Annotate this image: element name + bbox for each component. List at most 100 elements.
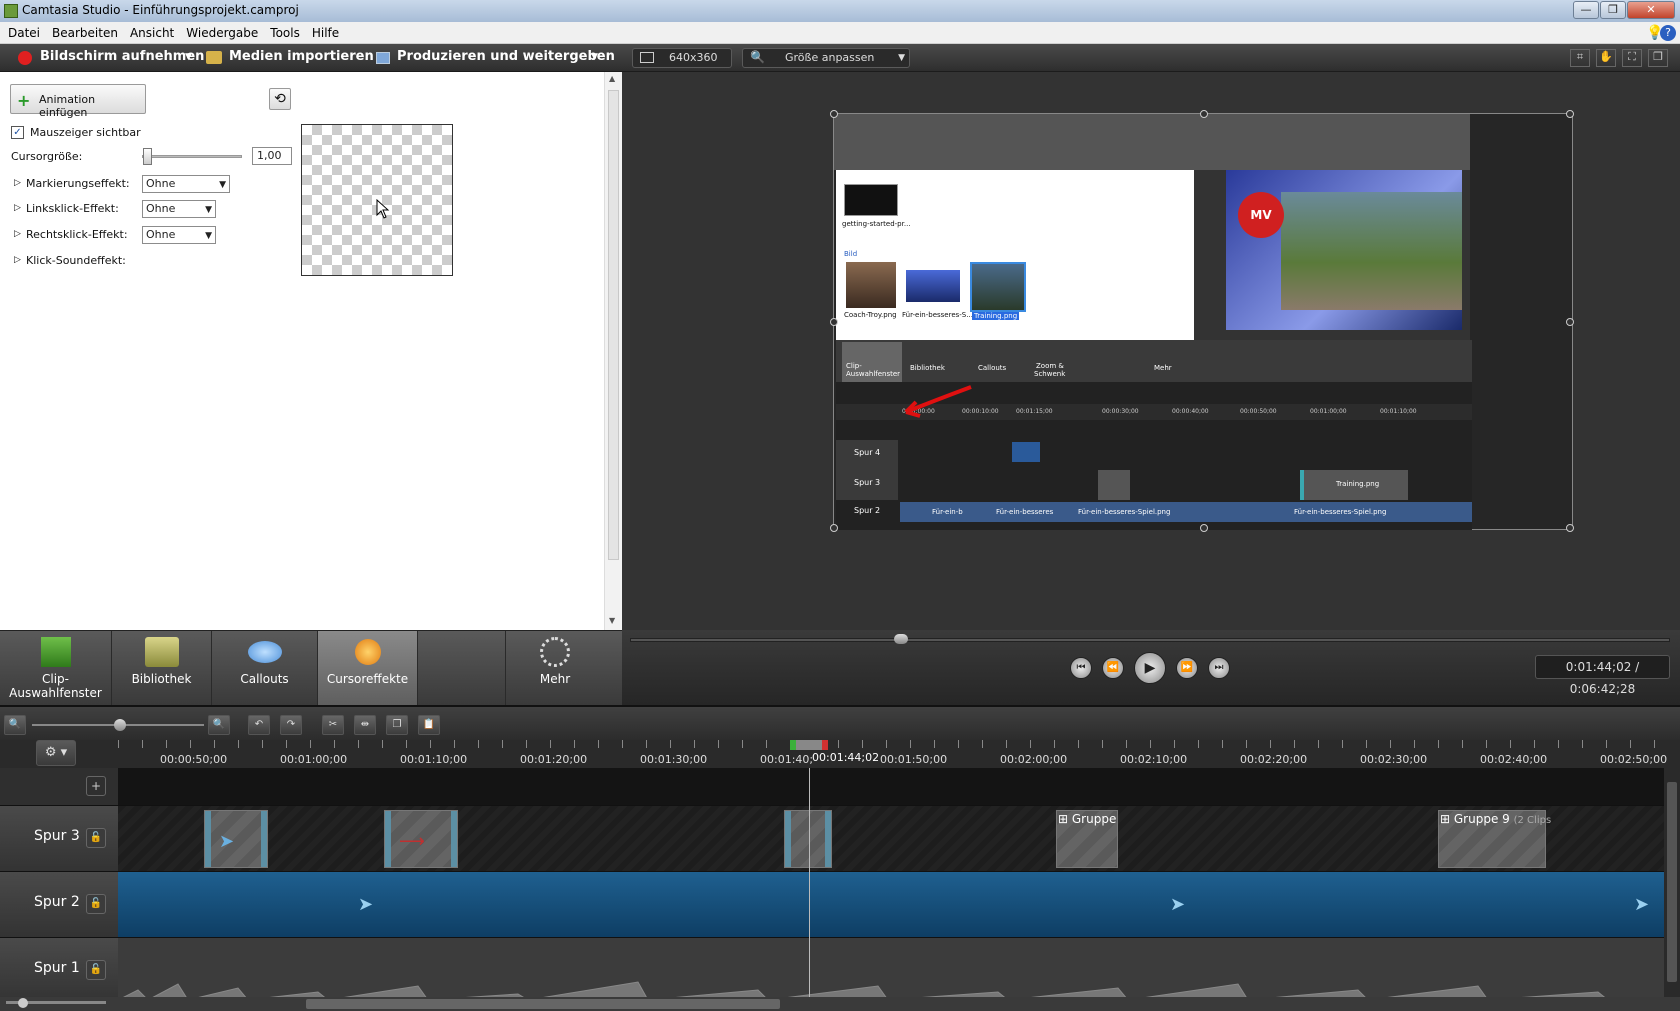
copy-icon[interactable]: ❐ (386, 715, 408, 735)
menu-ansicht[interactable]: Ansicht (124, 22, 180, 44)
undo-icon[interactable]: ↶ (248, 715, 270, 735)
zoom-in-icon[interactable]: 🔍 (208, 715, 230, 735)
split-icon[interactable]: ⇹ (354, 715, 376, 735)
menu-tools[interactable]: Tools (264, 22, 306, 44)
panel-scrollbar[interactable]: ▲ ▼ (604, 72, 622, 630)
zoom-thumb[interactable] (18, 998, 28, 1008)
highlight-effect-value: Ohne (146, 177, 176, 190)
redo-icon[interactable]: ↷ (280, 715, 302, 735)
expand-arrow-icon[interactable]: ▷ (14, 255, 21, 265)
zoom-slider-thumb[interactable] (114, 719, 126, 731)
callout-clip[interactable]: ➤ (204, 810, 268, 868)
scrub-bar[interactable] (630, 638, 1670, 642)
scroll-up-icon[interactable]: ▲ (609, 74, 615, 83)
ruler-tick-label: 00:01:30;00 (640, 753, 708, 766)
menu-bearbeiten[interactable]: Bearbeiten (46, 22, 124, 44)
play-icon[interactable]: ▶ (1134, 652, 1166, 684)
track-3-lane[interactable]: ➤ ⟶ ⊞ Gruppe ⊞ Gruppe 9 (2 Clips (118, 806, 1664, 872)
detach-icon[interactable]: ❐ (1648, 49, 1668, 67)
group-9-name: Gruppe 9 (1453, 812, 1510, 826)
close-button[interactable]: ✕ (1627, 1, 1675, 19)
chevron-down-icon[interactable]: ▼ (591, 52, 598, 62)
skip-back-icon[interactable]: ⏮ (1070, 657, 1092, 679)
highlight-effect-select[interactable]: Ohne ▼ (142, 175, 230, 193)
timeline-settings-gear-icon[interactable]: ⚙ ▾ (36, 740, 76, 766)
scrollbar-thumb[interactable] (306, 999, 780, 1009)
lock-icon[interactable]: 🔓 (86, 894, 106, 914)
inner-tab-zoom-label-2: Schwenk (1034, 370, 1066, 378)
track-2-lane[interactable]: ➤ ➤ ➤ (118, 872, 1664, 938)
expand-arrow-icon[interactable]: ▷ (14, 203, 21, 213)
maximize-button[interactable]: ❐ (1600, 1, 1626, 19)
menu-wiedergabe[interactable]: Wiedergabe (180, 22, 264, 44)
resize-handle[interactable] (1566, 110, 1574, 118)
expand-group-icon[interactable]: ⊞ (1058, 812, 1072, 826)
crop-icon[interactable]: ⌗ (1570, 49, 1590, 67)
preview-canvas[interactable]: getting-started-pr... Bild Coach-Troy.pn… (830, 110, 1574, 532)
add-track-button[interactable]: + (86, 776, 106, 796)
timeline-hscroll[interactable] (0, 997, 1680, 1011)
playhead-handle[interactable] (790, 740, 828, 750)
fullscreen-icon[interactable]: ⛶ (1622, 49, 1642, 67)
timeline-vscroll[interactable] (1664, 768, 1680, 1004)
rewind-icon[interactable]: ⏪ (1102, 657, 1124, 679)
arrow-clip[interactable] (784, 810, 832, 868)
import-media-button[interactable]: Medien importieren (229, 49, 374, 64)
expand-group-icon[interactable]: ⊞ (1440, 812, 1454, 826)
scrollbar-thumb[interactable] (608, 90, 619, 560)
scroll-down-icon[interactable]: ▼ (609, 616, 615, 625)
resize-handle[interactable] (1566, 318, 1574, 326)
skip-forward-icon[interactable]: ⏭ (1208, 657, 1230, 679)
time-display: 0:01:44;02 / 0:06:42;28 (1535, 655, 1670, 696)
resize-handle[interactable] (1566, 524, 1574, 532)
track-header-1[interactable]: Spur 1 🔓 (0, 938, 118, 1004)
group-label: ⊞ Gruppe (1058, 812, 1116, 826)
cursor-size-slider[interactable] (142, 148, 242, 165)
tab-cursor-effects[interactable]: Cursoreffekte (318, 631, 418, 706)
scrollbar-thumb[interactable] (1667, 782, 1677, 982)
record-button[interactable]: Bildschirm aufnehmen (40, 49, 204, 64)
pan-hand-icon[interactable]: ✋ (1596, 49, 1616, 67)
expand-arrow-icon[interactable]: ▷ (14, 178, 21, 188)
zoom-out-icon[interactable]: 🔍 (4, 715, 26, 735)
track-header-3[interactable]: Spur 3 🔓 (0, 806, 118, 872)
lock-icon[interactable]: 🔓 (86, 960, 106, 980)
lock-icon[interactable]: 🔓 (86, 828, 106, 848)
chevron-down-icon[interactable]: ▼ (185, 52, 192, 62)
reset-icon[interactable]: ⟲ (269, 88, 291, 110)
fast-forward-icon[interactable]: ⏩ (1176, 657, 1198, 679)
track-header-2[interactable]: Spur 2 🔓 (0, 872, 118, 938)
timeline-ruler[interactable]: ⚙ ▾ 00:00:50;00 00:01:00;00 00:01:10;00 … (0, 740, 1680, 768)
rightclick-effect-select[interactable]: Ohne ▼ (142, 226, 216, 244)
resize-handle[interactable] (830, 318, 838, 326)
paste-icon[interactable]: 📋 (418, 715, 440, 735)
inner-tab-clipbin-label-2: Auswahlfenster (846, 370, 901, 378)
empty-lane[interactable] (118, 768, 1664, 806)
minimize-button[interactable]: — (1573, 1, 1599, 19)
slider-thumb[interactable] (143, 148, 152, 165)
scrub-thumb[interactable] (894, 634, 908, 644)
cut-icon[interactable]: ✂ (322, 715, 344, 735)
tab-library[interactable]: Bibliothek (112, 631, 212, 706)
tab-callouts[interactable]: Callouts (212, 631, 318, 706)
zoom-select[interactable]: Größe anpassen ▼ (742, 48, 910, 68)
tab-more[interactable]: Mehr (506, 631, 604, 706)
arrow-clip[interactable]: ⟶ (384, 810, 458, 868)
resize-handle[interactable] (1200, 524, 1208, 532)
track-1-lane[interactable] (118, 938, 1664, 1004)
menu-hilfe[interactable]: Hilfe (306, 22, 345, 44)
tab-clip-bin[interactable]: Clip- Auswahlfenster (0, 631, 112, 706)
insert-animation-button[interactable]: + Animation einfügen (10, 84, 146, 119)
menu-datei[interactable]: Datei (2, 22, 46, 44)
produce-share-button[interactable]: Produzieren und weitergeben (397, 49, 615, 64)
resize-handle[interactable] (830, 524, 838, 532)
track-3-label: Spur 3 (34, 828, 80, 844)
inner-thumb-spiel-label: Für-ein-besseres-S... (902, 311, 973, 319)
resize-handle[interactable] (1200, 110, 1208, 118)
leftclick-effect-select[interactable]: Ohne ▼ (142, 200, 216, 218)
cursor-visible-checkbox[interactable]: ✓ (11, 126, 24, 139)
help-icon[interactable]: ? (1660, 25, 1676, 41)
expand-arrow-icon[interactable]: ▷ (14, 229, 21, 239)
cursor-size-input[interactable]: 1,00 (252, 147, 292, 165)
resize-handle[interactable] (830, 110, 838, 118)
